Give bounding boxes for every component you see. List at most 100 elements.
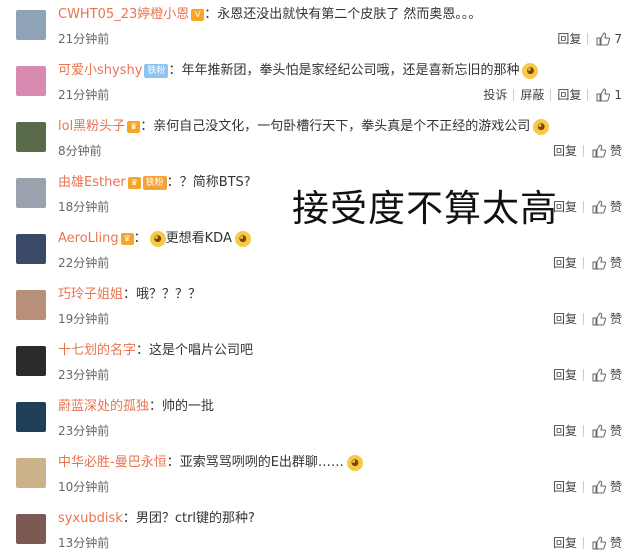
comment-item: 蔚蓝深处的孤独：帅的一批 23分钟前 回复 赞	[0, 392, 640, 448]
comment-actions: 回复 赞	[547, 532, 622, 554]
emoji-icon: ◕	[234, 230, 251, 247]
comment-line: syxubdisk：男团？ctrl键的那种?	[58, 508, 255, 530]
username-link[interactable]: lol黑粉头子	[58, 119, 125, 134]
comment-item: AeroLling ♛： ◕ 更想看KDA ◕ 22分钟前 回复 赞	[0, 224, 640, 280]
comment-text: ：亚索骂骂咧咧的E出群聊……	[166, 455, 344, 470]
reply-button[interactable]: 回复	[547, 476, 583, 498]
like-button[interactable]: 赞	[584, 476, 622, 498]
avatar[interactable]	[16, 346, 46, 376]
comment-text: ：这是个唱片公司吧	[136, 343, 254, 358]
like-count: 7	[614, 32, 622, 46]
avatar[interactable]	[16, 66, 46, 96]
avatar[interactable]	[16, 514, 46, 544]
comment-line: 巧玲子姐姐：哦？？？？	[58, 284, 201, 306]
username-link[interactable]: AeroLling	[58, 231, 119, 246]
comment-item: 巧玲子姐姐：哦？？？？ 19分钟前 回复 赞	[0, 280, 640, 336]
avatar[interactable]	[16, 178, 46, 208]
avatar[interactable]	[16, 458, 46, 488]
comment-text: ：哦？？？？	[123, 287, 202, 302]
crown-icon: ♛	[120, 232, 134, 245]
thumb-up-icon	[592, 144, 606, 158]
reply-button[interactable]: 回复	[547, 364, 583, 386]
username-link[interactable]: 蔚蓝深处的孤独	[58, 399, 149, 414]
comment-item: CWHT05_23婷橙小恩 V ：永恩还没出就快有第二个皮肤了 然而奥恩。。。 21…	[0, 0, 640, 56]
timestamp: 23分钟前	[58, 424, 110, 438]
thumb-up-icon	[592, 480, 606, 494]
avatar[interactable]	[16, 290, 46, 320]
comment-line: 蔚蓝深处的孤独：帅的一批	[58, 396, 214, 418]
avatar[interactable]	[16, 10, 46, 40]
emoji-icon: ◕	[522, 62, 539, 79]
comment-actions: 回复 赞	[547, 420, 622, 442]
reply-button[interactable]: 回复	[547, 308, 583, 330]
timestamp: 22分钟前	[58, 256, 110, 270]
timestamp: 13分钟前	[58, 536, 110, 550]
emoji-icon: ◕	[346, 454, 363, 471]
thumb-up-icon	[592, 312, 606, 326]
comment-actions: 回复 赞	[547, 476, 622, 498]
comment-line: CWHT05_23婷橙小恩 V ：永恩还没出就快有第二个皮肤了 然而奥恩。。。	[58, 4, 481, 26]
reply-button[interactable]: 回复	[547, 140, 583, 162]
crown-icon: ♛	[127, 120, 141, 133]
comment-text: ：帅的一批	[149, 399, 215, 414]
block-button[interactable]: 屏蔽	[514, 84, 550, 106]
thumb-up-icon	[592, 424, 606, 438]
comment-line: lol黑粉头子 ♛ ：亲何自己没文化，一句卧槽行天下，拳头真是个不正经的游戏公司 ◕	[58, 116, 550, 138]
like-label: 赞	[609, 312, 622, 326]
like-button[interactable]: 赞	[584, 532, 622, 554]
comment-item: lol黑粉头子 ♛ ：亲何自己没文化，一句卧槽行天下，拳头真是个不正经的游戏公司 ◕ …	[0, 112, 640, 168]
comment-text: ：？简称BTS?	[166, 175, 251, 190]
reply-button[interactable]: 回复	[551, 84, 587, 106]
like-label: 赞	[609, 424, 622, 438]
username-link[interactable]: 巧玲子姐姐	[58, 287, 123, 302]
thumb-up-icon	[592, 536, 606, 550]
reply-button[interactable]: 回复	[547, 420, 583, 442]
like-button[interactable]: 1	[588, 84, 622, 106]
like-button[interactable]: 赞	[584, 308, 622, 330]
reply-button[interactable]: 回复	[551, 28, 587, 50]
like-label: 赞	[609, 144, 622, 158]
comment-list: CWHT05_23婷橙小恩 V ：永恩还没出就快有第二个皮肤了 然而奥恩。。。 21…	[0, 0, 640, 560]
comment-text: ：	[133, 231, 147, 246]
like-button[interactable]: 赞	[584, 364, 622, 386]
comment-actions: 回复 赞	[547, 196, 622, 218]
comment-actions: 回复 赞	[547, 140, 622, 162]
username-link[interactable]: 可爱小shyshy	[58, 63, 142, 78]
like-button[interactable]: 赞	[584, 196, 622, 218]
like-label: 赞	[609, 480, 622, 494]
fan-badge: 铁粉	[144, 63, 169, 78]
username-link[interactable]: syxubdisk	[58, 511, 123, 526]
username-link[interactable]: CWHT05_23婷橙小恩	[58, 7, 189, 22]
avatar[interactable]	[16, 234, 46, 264]
timestamp: 18分钟前	[58, 200, 110, 214]
vip-icon: V	[191, 8, 205, 21]
comment-line: 中华必胜-曼巴永恒：亚索骂骂咧咧的E出群聊…… ◕	[58, 452, 363, 474]
comment-actions: 回复 赞	[547, 364, 622, 386]
reply-button[interactable]: 回复	[547, 532, 583, 554]
comment-item: 十七划的名字：这是个唱片公司吧 23分钟前 回复 赞	[0, 336, 640, 392]
comment-line: 由雄Esther ♛ 铁粉 ：？简称BTS?	[58, 172, 251, 194]
comment-actions: 回复 赞	[547, 252, 622, 274]
like-label: 赞	[609, 200, 622, 214]
thumb-up-icon	[592, 256, 606, 270]
timestamp: 8分钟前	[58, 144, 102, 158]
username-link[interactable]: 中华必胜-曼巴永恒	[58, 455, 167, 470]
reply-button[interactable]: 回复	[547, 252, 583, 274]
timestamp: 21分钟前	[58, 32, 110, 46]
comment-line: 可爱小shyshy 铁粉 ：年年推新团，拳头怕是家经纪公司哦，还是喜新忘旧的那种 ◕	[58, 60, 539, 82]
like-button[interactable]: 赞	[584, 252, 622, 274]
username-link[interactable]: 由雄Esther	[58, 175, 126, 190]
report-button[interactable]: 投诉	[477, 84, 513, 106]
like-label: 赞	[609, 256, 622, 270]
comment-line: 十七划的名字：这是个唱片公司吧	[58, 340, 253, 362]
thumb-up-icon	[596, 32, 611, 46]
username-link[interactable]: 十七划的名字	[58, 343, 136, 358]
avatar[interactable]	[16, 122, 46, 152]
timestamp: 21分钟前	[58, 88, 110, 102]
like-button[interactable]: 赞	[584, 140, 622, 162]
comment-text: ：男团？ctrl键的那种?	[122, 511, 255, 526]
like-button[interactable]: 赞	[584, 420, 622, 442]
like-button[interactable]: 7	[588, 28, 622, 50]
avatar[interactable]	[16, 402, 46, 432]
crown-icon: ♛	[127, 176, 141, 189]
